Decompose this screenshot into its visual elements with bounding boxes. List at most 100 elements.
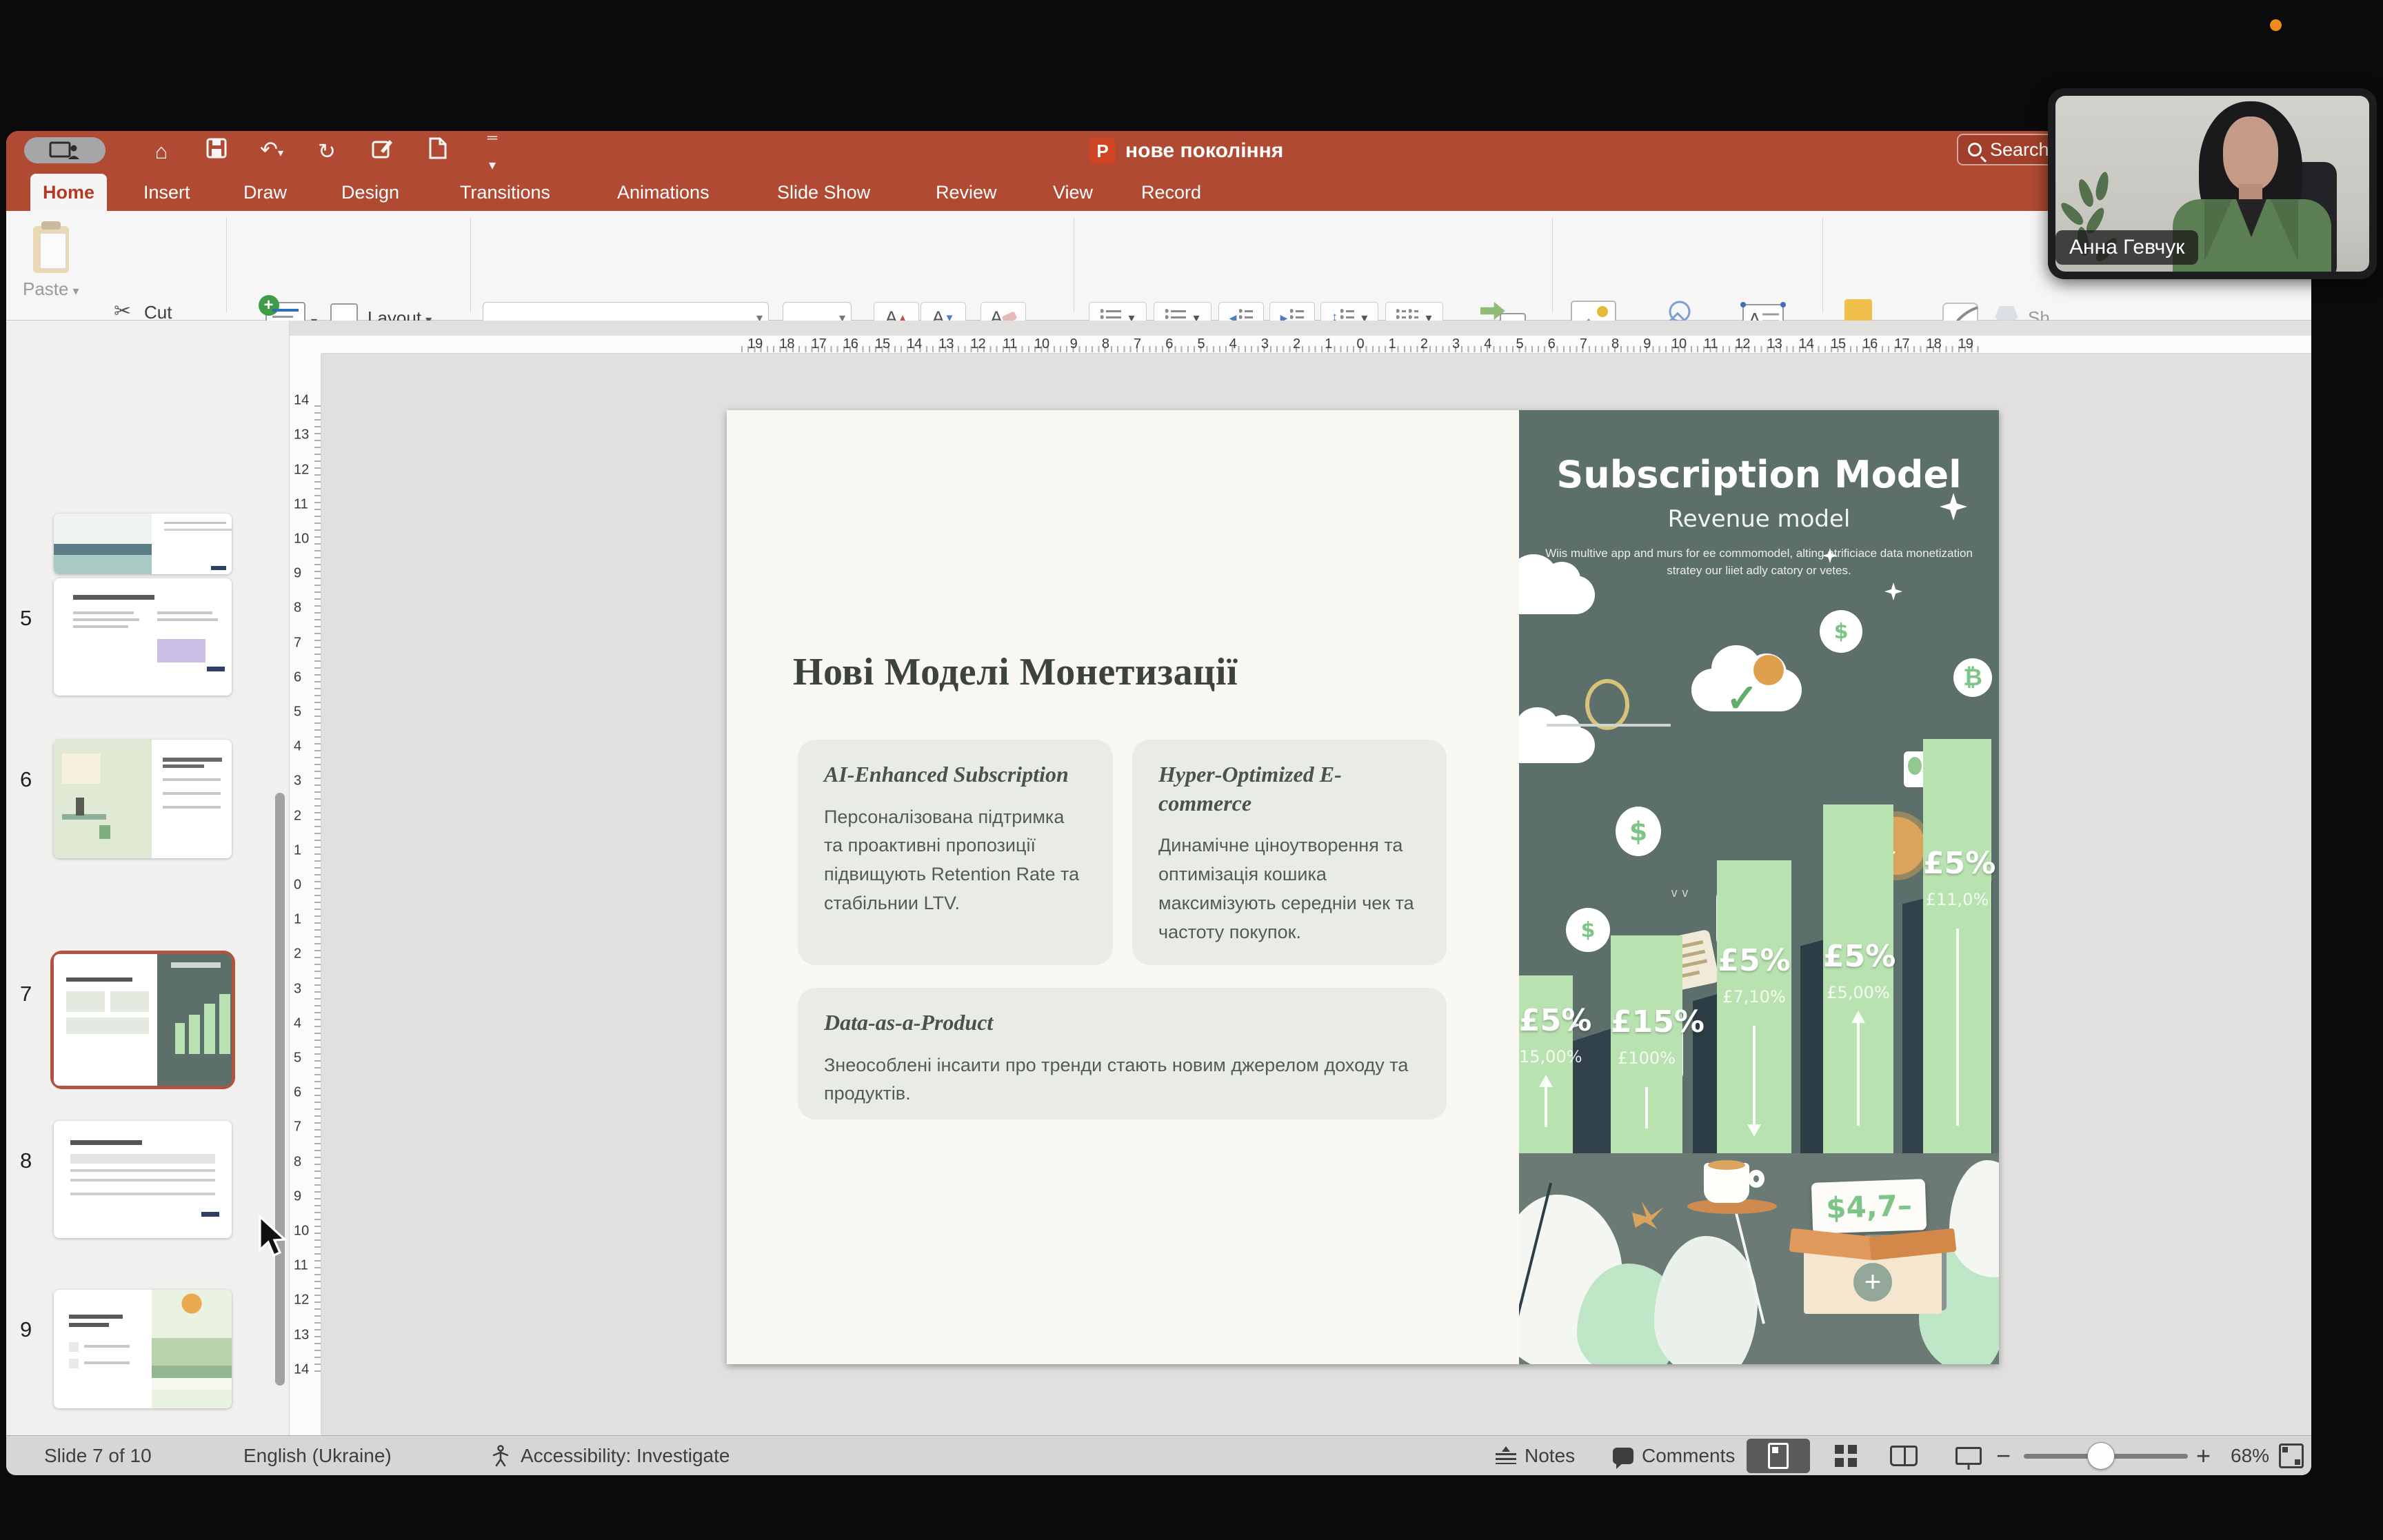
slide-thumbnail-partial[interactable] xyxy=(54,514,232,574)
slide-number-status[interactable]: Slide 7 of 10 xyxy=(44,1436,152,1475)
customize-toolbar-icon[interactable]: ═▾ xyxy=(479,131,506,179)
content-card-2[interactable]: Hyper-Optimized E-commerceДинамічне ціно… xyxy=(1132,740,1447,965)
ruler-number: 4 xyxy=(1229,336,1237,352)
infographic-title: Subscription Model xyxy=(1519,453,1999,496)
tab-record[interactable]: Record xyxy=(1129,174,1214,211)
ruler-number: 3 xyxy=(294,773,301,789)
save-icon[interactable] xyxy=(203,137,230,166)
tab-design[interactable]: Design xyxy=(329,174,412,211)
cut-icon[interactable]: ✂ xyxy=(114,299,131,323)
bar-arrow-line xyxy=(1956,929,1959,1126)
ruler-number: 7 xyxy=(294,635,301,651)
ruler-number: 15 xyxy=(875,336,890,352)
accessibility-status[interactable]: Accessibility: Investigate xyxy=(489,1436,730,1475)
book-icon xyxy=(1890,1446,1918,1466)
paste-icon xyxy=(33,226,69,273)
bar-label: £5% xyxy=(1923,846,1991,881)
ruler-number: 18 xyxy=(779,336,794,352)
ruler-number: 12 xyxy=(1735,336,1750,352)
powerpoint-window: ⌂ ↶▾ ↻ ═▾ P нове покоління S xyxy=(6,131,2311,1475)
slide-thumbnail-5[interactable] xyxy=(54,578,232,696)
title-bar: ⌂ ↶▾ ↻ ═▾ P нове покоління S xyxy=(6,131,2311,211)
ruler-number: 17 xyxy=(811,336,826,352)
ruler-number: 19 xyxy=(1958,336,1973,352)
document-title: P нове покоління xyxy=(1089,138,1283,164)
tab-insert[interactable]: Insert xyxy=(131,174,203,211)
ruler-number: 2 xyxy=(294,946,301,962)
ruler-number: 11 xyxy=(1003,336,1017,352)
recording-indicator-dot xyxy=(2270,19,2282,31)
bar-sublabel: £5,00% xyxy=(1823,983,1893,1002)
screen-person-icon xyxy=(49,141,81,159)
redo-icon[interactable]: ↻ xyxy=(313,138,341,165)
infographic-panel[interactable]: Subscription Model Revenue model Wiis mu… xyxy=(1519,410,1999,1364)
ruler-number: 14 xyxy=(294,1361,309,1377)
zoom-out-button[interactable]: − xyxy=(1996,1436,2011,1475)
bar-label: £5% xyxy=(1519,1003,1573,1038)
ruler-number: 3 xyxy=(1261,336,1269,352)
ruler-number: 14 xyxy=(907,336,922,352)
ruler-number: 9 xyxy=(1643,336,1651,352)
tab-review[interactable]: Review xyxy=(923,174,1009,211)
reading-view-button[interactable] xyxy=(1872,1439,1935,1473)
bar-sublabel: 15,00% xyxy=(1519,1047,1573,1066)
chart-bar-3: £5%£7,10% xyxy=(1717,860,1791,1153)
powerpoint-file-icon: P xyxy=(1089,138,1116,164)
tab-transitions[interactable]: Transitions xyxy=(448,174,563,211)
zoom-in-button[interactable]: + xyxy=(2196,1436,2211,1475)
ruler-number: 13 xyxy=(294,427,309,443)
ruler-number: 0 xyxy=(294,878,301,893)
butterfly-icon xyxy=(1632,1202,1664,1229)
ruler-number: 8 xyxy=(1611,336,1619,352)
box-icon: + xyxy=(1790,1233,1955,1314)
zoom-slider-knob[interactable] xyxy=(2087,1442,2115,1470)
quick-access-toolbar: ⌂ ↶▾ ↻ ═▾ xyxy=(148,138,506,165)
ruler-number: 5 xyxy=(294,705,301,720)
slide-thumbnail-panel: 5678910 xyxy=(6,321,290,1435)
ruler-number: 14 xyxy=(294,393,309,409)
slide-sorter-button[interactable] xyxy=(1814,1439,1878,1473)
edit-shape-icon[interactable] xyxy=(368,137,396,166)
tab-animations[interactable]: Animations xyxy=(605,174,722,211)
thumbnail-number-5: 5 xyxy=(20,606,49,631)
tab-slide-show[interactable]: Slide Show xyxy=(765,174,883,211)
fit-slide-button[interactable] xyxy=(2279,1436,2304,1475)
slide-title[interactable]: Нові Моделі Монетизації xyxy=(793,650,1238,694)
bar-arrow-up xyxy=(1857,1022,1860,1126)
card-heading: Data-as-a-Product xyxy=(824,1009,1420,1037)
tab-draw[interactable]: Draw xyxy=(231,174,299,211)
tab-view[interactable]: View xyxy=(1040,174,1105,211)
bar-arrow-line xyxy=(1645,1087,1648,1128)
slide-thumbnail-6[interactable] xyxy=(54,740,232,858)
zoom-percentage[interactable]: 68% xyxy=(2231,1436,2269,1475)
slideshow-button[interactable] xyxy=(1937,1439,2000,1473)
slide-editing-area[interactable]: Нові Моделі Монетизації AI-Enhanced Subs… xyxy=(727,410,1999,1364)
comments-button[interactable]: Comments xyxy=(1613,1436,1735,1475)
content-card-1[interactable]: AI-Enhanced SubscriptionПерсоналізована … xyxy=(798,740,1113,965)
bar-arrow-down xyxy=(1753,1026,1756,1126)
presenter-mode-button[interactable] xyxy=(24,137,105,163)
ruler-number: 6 xyxy=(1548,336,1556,352)
bar-label: £5% xyxy=(1823,939,1893,974)
webcam-overlay[interactable]: Анна Гевчук xyxy=(2048,88,2377,279)
home-icon[interactable]: ⌂ xyxy=(148,138,175,165)
normal-view-button[interactable] xyxy=(1747,1439,1810,1473)
status-bar: Slide 7 of 10 English (Ukraine) Accessib… xyxy=(6,1435,2311,1475)
notes-button[interactable]: Notes xyxy=(1496,1436,1575,1475)
language-status[interactable]: English (Ukraine) xyxy=(243,1436,392,1475)
ruler-number: 5 xyxy=(294,1051,301,1066)
slide-thumbnail-7[interactable] xyxy=(54,954,232,1086)
slide-thumbnail-9[interactable] xyxy=(54,1290,232,1408)
content-card-3[interactable]: Data-as-a-ProductЗнеособлені інсаити про… xyxy=(798,988,1447,1119)
slide-thumbnail-8[interactable] xyxy=(54,1121,232,1238)
tab-home[interactable]: Home xyxy=(30,174,107,211)
paste-button[interactable]: Paste xyxy=(23,226,79,300)
bar-sublabel: £7,10% xyxy=(1717,987,1791,1006)
thumbnail-scrollbar[interactable] xyxy=(275,793,285,1386)
ruler-number: 17 xyxy=(1894,336,1909,352)
ruler-number: 5 xyxy=(1197,336,1205,352)
grid-icon xyxy=(1835,1445,1844,1454)
new-document-icon[interactable] xyxy=(423,137,451,166)
chart-bar-4: £5% £5,00% xyxy=(1823,804,1893,1153)
undo-icon[interactable]: ↶▾ xyxy=(258,136,285,168)
